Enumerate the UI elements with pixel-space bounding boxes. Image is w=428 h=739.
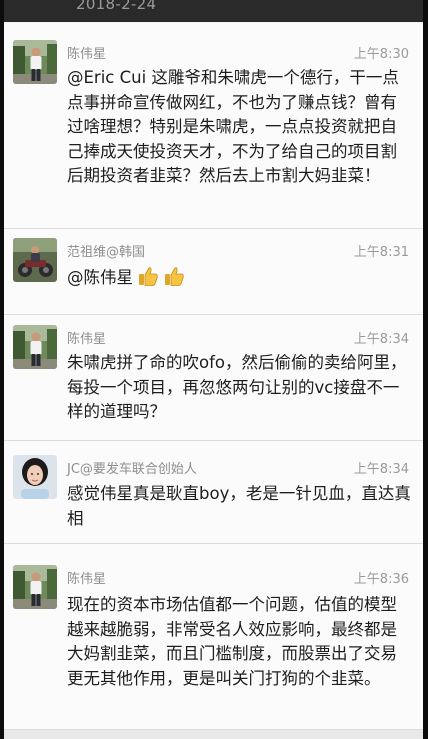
message-item[interactable]: 陈伟星 上午8:34 朱啸虎拼了命的吹ofo，然后偷偷的卖给阿里，每投一个项目，… xyxy=(4,315,423,441)
message-text-row: @陈伟星 xyxy=(67,265,412,295)
man-standing-outdoors-avatar[interactable] xyxy=(13,325,57,369)
message-time: 上午8:34 xyxy=(353,462,409,477)
date-label: 2018-2-24 xyxy=(76,0,157,13)
message-item[interactable]: JC@要发车联合创始人 上午8:34 感觉伟星真是耿直boy，老是一针见血，直达… xyxy=(4,441,423,544)
message-time: 上午8:36 xyxy=(353,572,409,587)
message-item[interactable]: 陈伟星 上午8:30 @Eric Cui 这雕爷和朱啸虎一个德行，干一点点事拼命… xyxy=(4,23,423,229)
message-item[interactable]: 范祖维@韩国 上午8:31 @陈伟星 xyxy=(4,229,423,315)
man-standing-outdoors-avatar[interactable] xyxy=(13,565,57,609)
sender-name: 陈伟星 xyxy=(67,332,107,347)
bottom-divider xyxy=(0,730,428,739)
screen-edge-right xyxy=(423,0,428,739)
message-item[interactable]: 陈伟星 上午8:36 现在的资本市场估值都一个问题，估值的模型越来越脆弱，非常受… xyxy=(4,544,423,730)
message-time: 上午8:31 xyxy=(353,245,409,260)
sender-name: 范祖维@韩国 xyxy=(67,245,146,260)
date-bar: 2018-2-24 xyxy=(0,0,428,22)
thumbs-up-emoji xyxy=(163,265,185,295)
sender-name: JC@要发车联合创始人 xyxy=(67,462,197,477)
sender-name: 陈伟星 xyxy=(67,47,107,62)
message-text: 感觉伟星真是耿直boy，老是一针见血，直达真相 xyxy=(67,484,411,528)
thumbs-up-emoji xyxy=(137,265,159,295)
screen-edge-left xyxy=(0,0,4,739)
message-time: 上午8:30 xyxy=(353,47,409,62)
woman-portrait-avatar[interactable] xyxy=(13,455,57,499)
message-text: @陈伟星 xyxy=(67,268,133,287)
man-standing-outdoors-avatar[interactable] xyxy=(13,40,57,84)
chat-screen: 2018-2-24 陈伟星 上午8:30 @Eric Cui 这雕爷和朱啸虎一个… xyxy=(0,0,428,739)
sender-name: 陈伟星 xyxy=(67,572,107,587)
motorcycle-photo-avatar[interactable] xyxy=(13,238,57,282)
message-text: 朱啸虎拼了命的吹ofo，然后偷偷的卖给阿里，每投一个项目，再忽悠两句让别的vc接… xyxy=(67,353,407,421)
message-text: 现在的资本市场估值都一个问题，估值的模型越来越脆弱，非常受名人效应影响，最终都是… xyxy=(67,595,397,688)
message-time: 上午8:34 xyxy=(353,332,409,347)
message-text: @Eric Cui 这雕爷和朱啸虎一个德行，干一点点事拼命宣传做网红，不也为了赚… xyxy=(67,68,399,185)
